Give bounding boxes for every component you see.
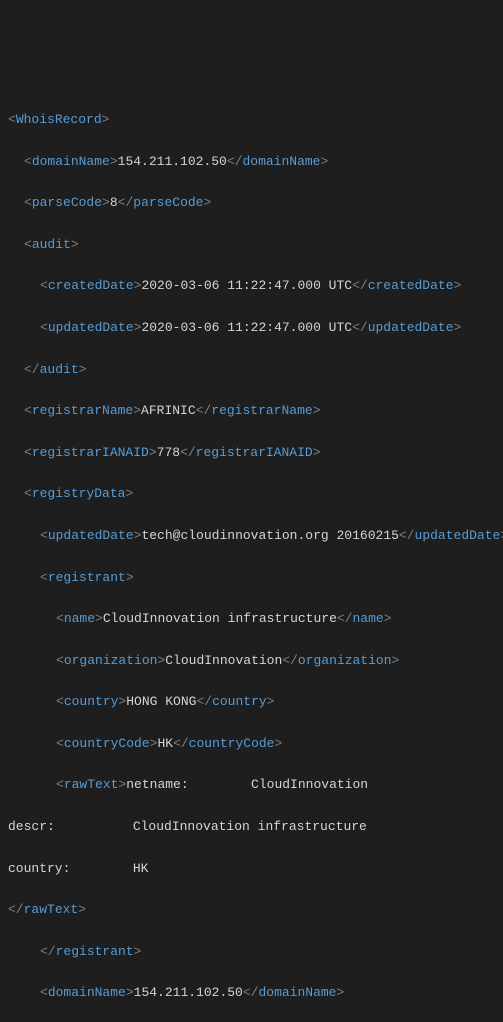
xml-line: <name>CloudInnovation infrastructure</na… <box>4 609 503 630</box>
xml-line: descr: CloudInnovation infrastructure <box>4 817 503 838</box>
xml-code-block: <WhoisRecord> <domainName>154.211.102.50… <box>4 89 503 1022</box>
xml-line: <registrant> <box>4 568 503 589</box>
xml-line: <registryData> <box>4 484 503 505</box>
xml-line: <registrarName>AFRINIC</registrarName> <box>4 401 503 422</box>
xml-line: <createdDate>2020-03-06 11:22:47.000 UTC… <box>4 276 503 297</box>
xml-line: country: HK <box>4 859 503 880</box>
xml-line: <registrarIANAID>778</registrarIANAID> <box>4 443 503 464</box>
xml-line: <domainName>154.211.102.50</domainName> <box>4 983 503 1004</box>
xml-line: <audit> <box>4 235 503 256</box>
xml-line: <rawText>netname: CloudInnovation <box>4 775 503 796</box>
xml-line: </registrant> <box>4 942 503 963</box>
xml-line: <WhoisRecord> <box>4 110 503 131</box>
xml-line: <parseCode>8</parseCode> <box>4 193 503 214</box>
xml-line: <country>HONG KONG</country> <box>4 692 503 713</box>
xml-line: <updatedDate>2020-03-06 11:22:47.000 UTC… <box>4 318 503 339</box>
xml-line: <countryCode>HK</countryCode> <box>4 734 503 755</box>
xml-line: <organization>CloudInnovation</organizat… <box>4 651 503 672</box>
xml-line: <updatedDate>tech@cloudinnovation.org 20… <box>4 526 503 547</box>
xml-line: </rawText> <box>4 900 503 921</box>
xml-line: </audit> <box>4 360 503 381</box>
xml-line: <domainName>154.211.102.50</domainName> <box>4 152 503 173</box>
